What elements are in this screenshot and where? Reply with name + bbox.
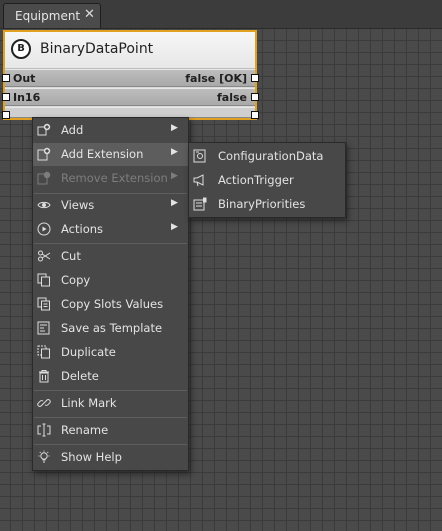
slot-out[interactable]: Out false [OK] [5,69,255,87]
menu-item-show-help[interactable]: Show Help [33,446,188,469]
slot-in16[interactable]: In16 false [5,88,255,106]
binary-data-point-component[interactable]: B BinaryDataPoint Out false [OK] In16 fa… [3,30,257,120]
component-title: BinaryDataPoint [40,41,154,57]
menu-item-add[interactable]: Add ▶ [33,119,188,142]
lightbulb-icon [38,450,50,463]
menu-item-cut[interactable]: Cut [33,245,188,268]
binary-point-icon: B [11,39,31,59]
menu-item-link-mark[interactable]: Link Mark [33,392,188,415]
link-port[interactable] [251,93,259,101]
menu-item-actions[interactable]: Actions ▶ [33,218,188,241]
menu-divider [34,243,187,244]
submenu-arrow-icon: ▶ [171,198,178,208]
add-icon [37,123,51,136]
menu-item-duplicate[interactable]: Duplicate [33,341,188,364]
menu-item-delete[interactable]: Delete [33,365,188,388]
link-icon [37,399,51,407]
submenu-arrow-icon: ▶ [171,171,178,181]
menu-divider [34,444,187,445]
component-header: B BinaryDataPoint [5,32,255,69]
eye-icon [37,201,51,209]
submenu-arrow-icon: ▶ [171,222,178,232]
link-port[interactable] [2,111,10,119]
copy-icon [37,273,50,287]
menu-item-views[interactable]: Views ▶ [33,194,188,217]
link-port[interactable] [251,74,259,82]
menu-divider [34,390,187,391]
menu-item-label: Add [61,123,84,137]
trash-icon [39,370,49,383]
submenu-item-action-trigger[interactable]: ActionTrigger [189,169,345,192]
add-extension-submenu: ConfigurationData ActionTrigger BinaryPr… [188,142,346,218]
menu-item-copy[interactable]: Copy [33,269,188,292]
priorities-icon [193,197,207,211]
play-icon [37,222,51,236]
menu-divider [34,417,187,418]
megaphone-icon [193,174,204,187]
configuration-data-icon [193,149,206,163]
menu-item-copy-slots-values[interactable]: Copy Slots Values [33,293,188,316]
link-port[interactable] [2,74,10,82]
context-menu: Add ▶ Add Extension ▶ Remove Extension ▶… [32,117,189,471]
menu-item-remove-extension[interactable]: Remove Extension ▶ [33,167,188,190]
tab-label: Equipment [15,9,81,23]
slot-name: In16 [13,91,41,104]
slot-value: false [OK] [185,72,247,85]
submenu-item-label: ActionTrigger [218,173,294,187]
menu-item-label: Add Extension [61,147,144,161]
slot-name: Out [13,72,36,85]
link-port[interactable] [251,111,259,119]
menu-item-add-extension[interactable]: Add Extension ▶ [33,143,188,166]
menu-item-label: Duplicate [61,345,116,359]
submenu-arrow-icon: ▶ [171,147,178,157]
slot-value: false [217,91,247,104]
menu-item-rename[interactable]: Rename [33,419,188,442]
close-icon[interactable]: ✕ [84,7,95,22]
duplicate-icon [37,345,50,359]
menu-item-label: Rename [61,423,109,437]
scissors-icon [38,250,51,262]
menu-item-label: Copy [61,273,91,287]
menu-item-label: Show Help [61,450,122,464]
remove-extension-icon [37,171,51,185]
template-icon [37,321,50,335]
menu-item-label: Delete [61,369,99,383]
tab-equipment[interactable]: Equipment ✕ [3,3,101,28]
rename-icon [37,423,51,437]
copy-slots-icon [37,297,50,311]
menu-item-label: Views [61,198,95,212]
menu-item-label: Link Mark [61,396,117,410]
menu-item-label: Remove Extension [61,171,168,185]
submenu-item-configuration-data[interactable]: ConfigurationData [189,145,345,168]
tab-bar: Equipment ✕ [0,0,442,29]
submenu-item-label: ConfigurationData [218,149,324,163]
add-extension-icon [37,147,51,161]
submenu-item-binary-priorities[interactable]: BinaryPriorities [189,193,345,216]
menu-item-label: Cut [61,249,81,263]
submenu-item-label: BinaryPriorities [218,197,306,211]
link-port[interactable] [2,93,10,101]
menu-item-label: Save as Template [61,321,163,335]
menu-item-label: Actions [61,222,104,236]
menu-item-save-as-template[interactable]: Save as Template [33,317,188,340]
submenu-arrow-icon: ▶ [171,123,178,133]
menu-item-label: Copy Slots Values [61,297,164,311]
